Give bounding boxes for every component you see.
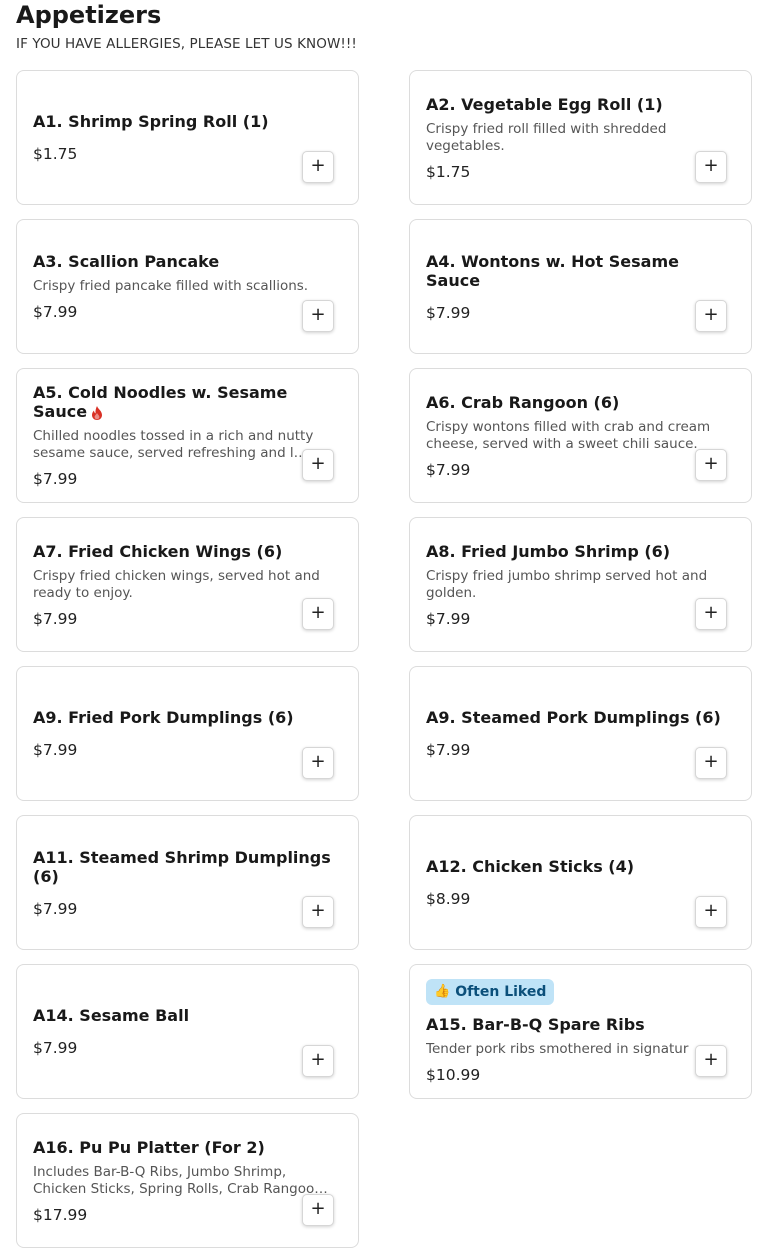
menu-item-card[interactable]: A3. Scallion Pancake Crispy fried pancak… xyxy=(16,219,359,354)
menu-item-card[interactable]: A12. Chicken Sticks (4) $8.99 + xyxy=(409,815,752,950)
add-to-cart-button[interactable]: + xyxy=(302,1194,334,1226)
item-name: A12. Chicken Sticks (4) xyxy=(426,857,635,876)
menu-item-card[interactable]: A6. Crab Rangoon (6) Crispy wontons fill… xyxy=(409,368,752,503)
item-name: A14. Sesame Ball xyxy=(33,1006,190,1025)
often-liked-badge: 👍 Often Liked xyxy=(426,979,555,1005)
menu-item-card[interactable]: A5. Cold Noodles w. Sesame Sauce Chilled… xyxy=(16,368,359,503)
item-description: Tender pork ribs smothered in signatur xyxy=(426,1041,689,1057)
allergy-notice: IF YOU HAVE ALLERGIES, PLEASE LET US KNO… xyxy=(16,36,357,52)
add-to-cart-button[interactable]: + xyxy=(695,747,727,779)
item-price: $7.99 xyxy=(33,899,78,918)
item-price: $7.99 xyxy=(426,609,471,628)
item-price: $1.75 xyxy=(33,145,78,163)
item-description: Crispy wontons filled with crab and crea… xyxy=(426,418,711,452)
menu-item-card[interactable]: A2. Vegetable Egg Roll (1) Crispy fried … xyxy=(409,70,752,205)
menu-item-card[interactable]: A14. Sesame Ball $7.99 + xyxy=(16,964,359,1099)
item-price: $1.75 xyxy=(426,162,471,181)
item-name: A9. Fried Pork Dumplings (6) xyxy=(33,708,294,727)
item-price: $7.99 xyxy=(33,741,78,759)
page-title: Appetizers xyxy=(16,1,162,29)
add-to-cart-button[interactable]: + xyxy=(302,151,334,183)
item-name: A7. Fried Chicken Wings (6) xyxy=(33,541,283,561)
menu-item-card[interactable]: A1. Shrimp Spring Roll (1) $1.75 + xyxy=(16,70,359,205)
item-description: Crispy fried chicken wings, served hot a… xyxy=(33,567,320,601)
menu-item-card[interactable]: A9. Steamed Pork Dumplings (6) $7.99 + xyxy=(409,666,752,801)
menu-item-card[interactable]: A4. Wontons w. Hot Sesame Sauce $7.99 + xyxy=(409,219,752,354)
item-name: A2. Vegetable Egg Roll (1) xyxy=(426,94,663,114)
item-name: A5. Cold Noodles w. Sesame Sauce xyxy=(33,383,342,421)
item-name: A1. Shrimp Spring Roll (1) xyxy=(33,112,269,131)
item-price: $7.99 xyxy=(426,741,471,759)
add-to-cart-button[interactable]: + xyxy=(302,1045,334,1077)
add-to-cart-button[interactable]: + xyxy=(695,896,727,928)
item-name: A15. Bar-B-Q Spare Ribs xyxy=(426,1015,645,1034)
add-to-cart-button[interactable]: + xyxy=(695,1045,727,1077)
menu-item-card[interactable]: 👍 Often Liked A15. Bar-B-Q Spare Ribs Te… xyxy=(409,964,752,1099)
add-to-cart-button[interactable]: + xyxy=(302,598,334,630)
menu-item-card[interactable]: A16. Pu Pu Platter (For 2) Includes Bar-… xyxy=(16,1113,359,1248)
item-price: $7.99 xyxy=(426,460,471,479)
item-name: A6. Crab Rangoon (6) xyxy=(426,392,620,412)
item-price: $7.99 xyxy=(426,303,471,322)
item-description: Includes Bar-B-Q Ribs, Jumbo Shrimp, Chi… xyxy=(33,1163,328,1197)
item-price: $17.99 xyxy=(33,1205,88,1224)
item-name: A11. Steamed Shrimp Dumplings (6) xyxy=(33,847,331,886)
item-price: $7.99 xyxy=(33,609,78,628)
menu-item-card[interactable]: A8. Fried Jumbo Shrimp (6) Crispy fried … xyxy=(409,517,752,652)
item-name: A8. Fried Jumbo Shrimp (6) xyxy=(426,541,671,561)
item-price: $7.99 xyxy=(33,1039,78,1057)
menu-item-card[interactable]: A7. Fried Chicken Wings (6) Crispy fried… xyxy=(16,517,359,652)
menu-item-card[interactable]: A9. Fried Pork Dumplings (6) $7.99 + xyxy=(16,666,359,801)
add-to-cart-button[interactable]: + xyxy=(695,598,727,630)
add-to-cart-button[interactable]: + xyxy=(302,449,334,481)
item-description: Crispy fried pancake filled with scallio… xyxy=(33,278,309,294)
item-price: $10.99 xyxy=(426,1066,481,1084)
add-to-cart-button[interactable]: + xyxy=(695,151,727,183)
item-name: A3. Scallion Pancake xyxy=(33,252,220,271)
item-price: $8.99 xyxy=(426,890,471,908)
item-description: Chilled noodles tossed in a rich and nut… xyxy=(33,428,314,461)
item-name: A4. Wontons w. Hot Sesame Sauce xyxy=(426,251,679,290)
item-name: A9. Steamed Pork Dumplings (6) xyxy=(426,708,721,727)
add-to-cart-button[interactable]: + xyxy=(695,449,727,481)
add-to-cart-button[interactable]: + xyxy=(302,300,334,332)
flame-icon xyxy=(92,405,103,420)
badge-label: Often Liked xyxy=(455,984,547,1000)
item-name: A16. Pu Pu Platter (For 2) xyxy=(33,1137,265,1157)
add-to-cart-button[interactable]: + xyxy=(302,747,334,779)
add-to-cart-button[interactable]: + xyxy=(302,896,334,928)
item-description: Crispy fried roll filled with shredded v… xyxy=(426,120,667,154)
item-price: $7.99 xyxy=(33,470,78,488)
item-description: Crispy fried jumbo shrimp served hot and… xyxy=(426,567,708,601)
menu-item-card[interactable]: A11. Steamed Shrimp Dumplings (6) $7.99 … xyxy=(16,815,359,950)
thumbs-up-icon: 👍 xyxy=(434,984,450,999)
add-to-cart-button[interactable]: + xyxy=(695,300,727,332)
item-name-text: A5. Cold Noodles w. Sesame Sauce xyxy=(33,383,288,421)
item-price: $7.99 xyxy=(33,303,78,321)
